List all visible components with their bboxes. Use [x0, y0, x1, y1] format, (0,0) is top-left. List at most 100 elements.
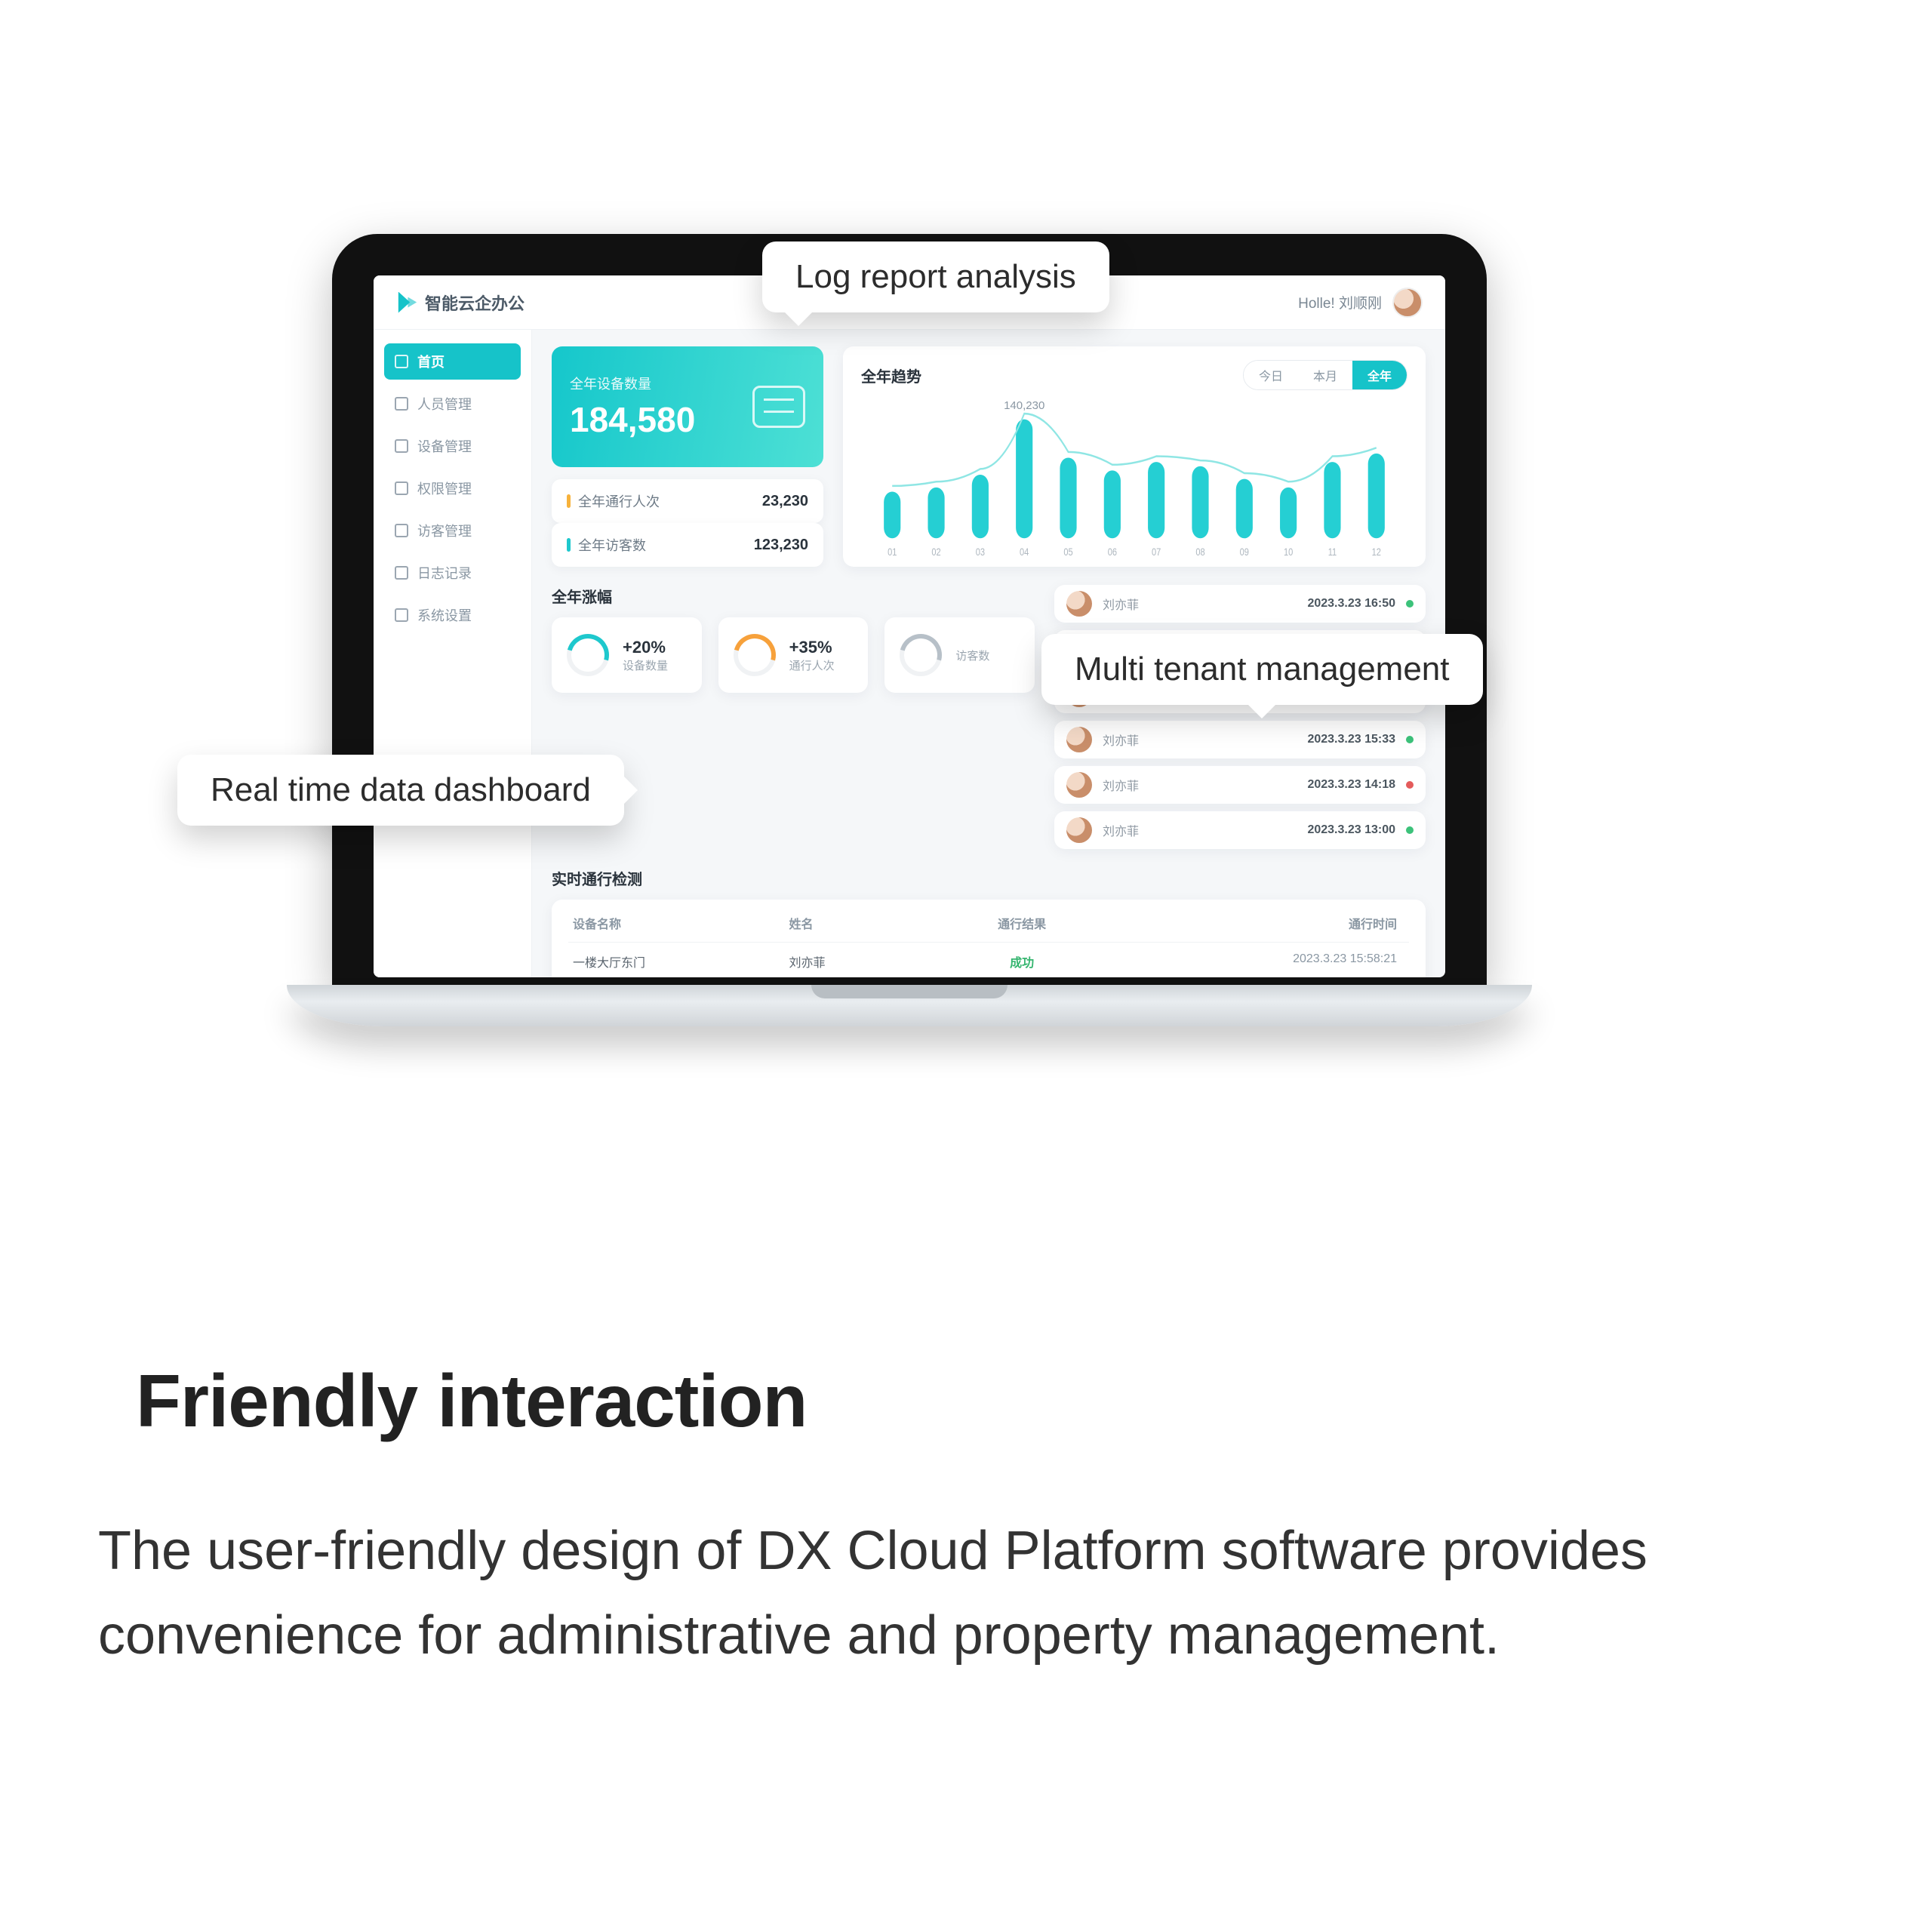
svg-text:11: 11	[1328, 546, 1337, 558]
activity-name: 刘亦菲	[1103, 821, 1171, 839]
svg-text:04: 04	[1020, 546, 1029, 558]
sidebar-item[interactable]: 访客管理	[384, 512, 521, 549]
cell-time: 2023.3.23 15:58:21	[1105, 952, 1404, 971]
activity-time: 2023.3.23 14:18	[1307, 778, 1395, 792]
avatar-icon	[1066, 591, 1092, 617]
cell-result: 成功	[939, 952, 1105, 971]
range-segment: 今日本月全年	[1243, 360, 1407, 390]
sidebar-item[interactable]: 人员管理	[384, 386, 521, 422]
sidebar-item[interactable]: 首页	[384, 343, 521, 380]
trend-card: 全年趋势 今日本月全年 140,230 01020304050607080910…	[843, 346, 1426, 567]
app-name: 智能云企办公	[425, 291, 525, 315]
hero-stat-label: 全年设备数量	[570, 374, 695, 393]
table-header: 设备名称 姓名 通行结果 通行时间	[568, 904, 1409, 943]
trend-title: 全年趋势	[861, 365, 921, 386]
app-logo[interactable]: 智能云企办公	[396, 291, 525, 315]
progress-ring-icon	[567, 634, 609, 676]
activity-row[interactable]: 刘亦菲2023.3.23 15:33	[1054, 721, 1426, 758]
svg-text:12: 12	[1372, 546, 1381, 558]
trend-chart: 140,230 010203040506070809101112	[861, 398, 1407, 559]
hero-stat-card: 全年设备数量 184,580	[552, 346, 823, 467]
avatar-icon	[1066, 817, 1092, 843]
laptop-base	[287, 985, 1532, 1026]
activity-row[interactable]: 刘亦菲2023.3.23 16:50	[1054, 585, 1426, 623]
range-button[interactable]: 全年	[1352, 361, 1407, 389]
activity-name: 刘亦菲	[1103, 776, 1171, 794]
avatar-icon	[1066, 727, 1092, 752]
svg-text:10: 10	[1284, 546, 1293, 558]
nav-icon	[395, 524, 408, 537]
gain-sub: 访客数	[955, 648, 989, 663]
range-button[interactable]: 今日	[1244, 361, 1298, 389]
th-result: 通行结果	[939, 914, 1105, 932]
logo-icon	[396, 292, 417, 313]
activity-row[interactable]: 刘亦菲 2023.3.23 14:18	[1054, 766, 1426, 804]
nav-label: 权限管理	[417, 478, 472, 498]
sidebar-item[interactable]: 权限管理	[384, 470, 521, 506]
callout-realtime-dashboard: Real time data dashboard	[177, 755, 624, 826]
document-icon	[752, 386, 805, 428]
nav-icon	[395, 397, 408, 411]
nav-icon	[395, 566, 408, 580]
stat-line-label: 全年访客数	[578, 535, 646, 555]
svg-text:01: 01	[888, 546, 897, 558]
status-dot-icon	[1406, 600, 1414, 608]
sidebar-item[interactable]: 日志记录	[384, 555, 521, 591]
app-screen: 智能云企办公 Holle! 刘顺刚 首页人员管理设备管理权限管理访客管理日志记录…	[374, 275, 1445, 977]
status-dot-icon	[1406, 826, 1414, 834]
color-dot	[567, 494, 571, 508]
stat-line-label: 全年通行人次	[578, 491, 660, 511]
user-avatar[interactable]	[1392, 288, 1423, 318]
nav-icon	[395, 608, 408, 622]
activity-time: 2023.3.23 16:50	[1307, 597, 1395, 611]
table-row[interactable]: 一楼大厅东门刘亦菲成功2023.3.23 15:58:21	[568, 943, 1409, 977]
nav-label: 日志记录	[417, 563, 472, 583]
sidebar-item[interactable]: 设备管理	[384, 428, 521, 464]
gain-card: +20%设备数量	[552, 617, 702, 693]
progress-ring-icon	[734, 634, 776, 676]
callout-log-report: Log report analysis	[762, 242, 1109, 312]
screen-bezel: 智能云企办公 Holle! 刘顺刚 首页人员管理设备管理权限管理访客管理日志记录…	[332, 234, 1487, 985]
nav-icon	[395, 439, 408, 453]
svg-text:05: 05	[1063, 546, 1072, 558]
laptop-frame: 智能云企办公 Holle! 刘顺刚 首页人员管理设备管理权限管理访客管理日志记录…	[287, 234, 1532, 1026]
activity-time: 2023.3.23 13:00	[1307, 823, 1395, 837]
svg-text:08: 08	[1195, 546, 1204, 558]
avatar-icon	[1066, 772, 1092, 798]
gain-card: 访客数	[884, 617, 1035, 693]
stats-column: 全年设备数量 184,580 全年通行人次23,230 全年访客数 123,230	[552, 346, 823, 567]
status-dot-icon	[1406, 781, 1414, 789]
status-dot-icon	[1406, 736, 1414, 743]
nav-label: 首页	[417, 352, 445, 371]
svg-text:02: 02	[931, 546, 940, 558]
svg-text:06: 06	[1108, 546, 1117, 558]
th-name: 姓名	[789, 914, 939, 932]
greeting: Holle! 刘顺刚	[1298, 292, 1382, 312]
svg-text:09: 09	[1240, 546, 1249, 558]
activity-panel: 刘亦菲2023.3.23 16:50刘亦菲2023.3.23 16:30刘亦菲2…	[1054, 585, 1426, 849]
marketing-subtext: The user-friendly design of DX Cloud Pla…	[98, 1509, 1819, 1678]
color-dot	[567, 538, 571, 552]
gain-title: 全年涨幅	[552, 585, 1035, 607]
sidebar: 首页人员管理设备管理权限管理访客管理日志记录系统设置	[374, 330, 532, 977]
callout-multi-tenant: Multi tenant management	[1041, 634, 1483, 705]
nav-label: 设备管理	[417, 436, 472, 456]
gain-panel: 全年涨幅 +20%设备数量 +35%通行人次 访客数	[552, 585, 1035, 849]
range-button[interactable]: 本月	[1298, 361, 1352, 389]
sidebar-item[interactable]: 系统设置	[384, 597, 521, 633]
cell-name: 刘亦菲	[789, 952, 939, 971]
stat-line: 全年通行人次23,230	[552, 479, 823, 523]
gain-pct: +20%	[623, 638, 668, 657]
gain-pct: +35%	[789, 638, 835, 657]
gain-sub: 通行人次	[789, 657, 835, 673]
activity-row[interactable]: 刘亦菲 2023.3.23 13:00	[1054, 811, 1426, 849]
marketing-headline: Friendly interaction	[136, 1358, 807, 1444]
cell-device: 一楼大厅东门	[573, 952, 789, 971]
stat-line-value: 123,230	[754, 537, 808, 554]
access-table: 设备名称 姓名 通行结果 通行时间 一楼大厅东门刘亦菲成功2023.3.23 1…	[552, 900, 1426, 977]
th-time: 通行时间	[1105, 914, 1404, 932]
realtime-panel: 实时通行检测 设备名称 姓名 通行结果 通行时间 一楼大厅东门刘亦菲成功2023…	[552, 867, 1426, 977]
nav-label: 人员管理	[417, 394, 472, 414]
activity-time: 2023.3.23 15:33	[1307, 733, 1395, 746]
peak-label: 140,230	[1004, 399, 1044, 412]
